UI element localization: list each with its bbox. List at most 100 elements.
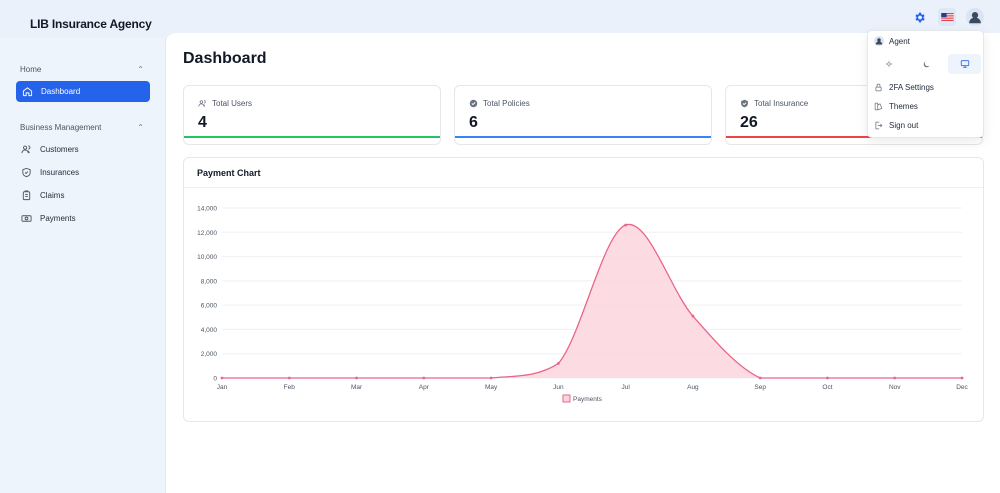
y-tick-label: 4,000 bbox=[201, 327, 218, 334]
x-tick-label: Sep bbox=[754, 384, 766, 391]
sidebar: Home ⌃ Dashboard Business Management ⌃ C… bbox=[0, 38, 166, 493]
system-mode-button[interactable] bbox=[948, 54, 981, 74]
y-tick-label: 14,000 bbox=[197, 206, 217, 213]
x-tick-label: Dec bbox=[956, 384, 968, 391]
x-tick-label: Jan bbox=[217, 384, 228, 391]
stat-label: Total Insurance bbox=[740, 99, 808, 108]
dark-mode-button[interactable] bbox=[910, 54, 943, 74]
light-mode-button[interactable] bbox=[872, 54, 905, 74]
data-point bbox=[758, 376, 762, 380]
sidebar-item-payments[interactable]: Payments bbox=[21, 213, 76, 224]
sidebar-item-customers[interactable]: Customers bbox=[21, 144, 79, 155]
legend-label: Payments bbox=[573, 396, 603, 403]
menu-item-2fa-settings[interactable]: 2FA Settings bbox=[874, 83, 934, 92]
brand-logo-text[interactable]: LIB Insurance Agency bbox=[30, 17, 152, 31]
clipboard-icon bbox=[22, 190, 31, 201]
palette-icon bbox=[874, 102, 883, 111]
stat-accent-bar bbox=[455, 136, 711, 138]
stat-value: 26 bbox=[740, 114, 758, 131]
lock-icon bbox=[875, 83, 882, 92]
data-point bbox=[489, 376, 493, 380]
users-icon bbox=[198, 100, 206, 107]
moon-icon bbox=[923, 61, 930, 67]
data-point bbox=[960, 376, 964, 380]
sidebar-item-label: Dashboard bbox=[41, 87, 81, 96]
menu-item-label: 2FA Settings bbox=[889, 83, 934, 92]
chevron-up-icon: ⌃ bbox=[137, 123, 144, 132]
stat-label-text: Total Users bbox=[212, 99, 253, 108]
us-flag-icon bbox=[940, 13, 954, 21]
stat-label-text: Total Insurance bbox=[754, 99, 809, 108]
sun-icon bbox=[885, 60, 892, 68]
sidebar-item-insurances[interactable]: Insurances bbox=[21, 167, 79, 178]
menu-item-label: Themes bbox=[889, 102, 918, 111]
sidebar-section-business[interactable]: Business Management ⌃ bbox=[20, 123, 144, 132]
payments-area bbox=[222, 224, 962, 378]
sidebar-item-label: Claims bbox=[40, 191, 65, 200]
menu-item-sign-out[interactable]: Sign out bbox=[874, 121, 918, 130]
stat-accent-bar bbox=[184, 136, 440, 138]
user-avatar-icon[interactable] bbox=[966, 8, 984, 26]
page-title: Dashboard bbox=[183, 50, 267, 67]
y-tick-label: 6,000 bbox=[201, 303, 218, 310]
gear-icon[interactable] bbox=[910, 8, 928, 26]
dropdown-user-label: Agent bbox=[889, 36, 910, 46]
x-tick-label: Oct bbox=[822, 384, 832, 391]
y-tick-label: 12,000 bbox=[197, 230, 217, 237]
data-point bbox=[422, 376, 426, 380]
y-tick-label: 10,000 bbox=[197, 254, 217, 261]
sidebar-item-dashboard[interactable]: Dashboard bbox=[16, 81, 150, 102]
sidebar-item-label: Payments bbox=[40, 214, 76, 223]
sidebar-section-home[interactable]: Home ⌃ bbox=[20, 65, 144, 74]
shield-check-icon bbox=[741, 99, 748, 108]
x-tick-label: Nov bbox=[889, 384, 901, 391]
x-tick-label: May bbox=[485, 384, 498, 391]
monitor-icon bbox=[960, 60, 969, 68]
menu-item-label: Sign out bbox=[889, 121, 919, 130]
x-tick-label: Jun bbox=[553, 384, 564, 391]
legend-swatch bbox=[562, 394, 571, 403]
y-tick-label: 8,000 bbox=[201, 278, 218, 285]
payment-chart-card: Payment Chart 0 2,000 4,000 6,000 8,000 10,00… bbox=[183, 157, 984, 422]
home-icon bbox=[22, 87, 33, 97]
stat-value: 6 bbox=[469, 114, 478, 131]
sidebar-section-label: Home bbox=[20, 65, 42, 74]
data-point bbox=[624, 223, 628, 227]
check-badge-icon bbox=[469, 99, 478, 108]
x-tick-label: Feb bbox=[284, 384, 296, 391]
stat-label-text: Total Policies bbox=[483, 99, 530, 108]
x-tick-label: Apr bbox=[419, 384, 430, 391]
stat-card-policies: Total Policies 6 bbox=[454, 85, 712, 145]
data-point bbox=[355, 376, 358, 380]
banknote-icon bbox=[21, 215, 32, 222]
language-button[interactable] bbox=[938, 8, 956, 26]
data-point bbox=[691, 314, 695, 318]
sidebar-item-claims[interactable]: Claims bbox=[21, 190, 64, 201]
data-point bbox=[826, 376, 829, 380]
stat-label: Total Users bbox=[198, 99, 252, 108]
profile-dropdown: Agent 2FA Settings Themes Sign out bbox=[867, 30, 984, 138]
sidebar-item-label: Customers bbox=[40, 145, 79, 154]
data-point bbox=[556, 362, 560, 365]
menu-item-themes[interactable]: Themes bbox=[874, 102, 918, 111]
top-icons bbox=[910, 8, 984, 26]
stat-label: Total Policies bbox=[469, 99, 530, 108]
dropdown-user: Agent bbox=[874, 36, 910, 46]
y-tick-label: 2,000 bbox=[201, 351, 218, 358]
chart-title: Payment Chart bbox=[197, 168, 261, 178]
x-tick-label: Mar bbox=[351, 384, 363, 391]
x-tick-label: Jul bbox=[621, 384, 630, 391]
sidebar-item-label: Insurances bbox=[40, 168, 80, 177]
users-icon bbox=[21, 145, 31, 154]
theme-mode-switch bbox=[872, 54, 981, 74]
stat-value: 4 bbox=[198, 114, 207, 131]
data-point bbox=[287, 376, 291, 380]
sidebar-section-label: Business Management bbox=[20, 123, 102, 132]
payment-chart: 0 2,000 4,000 6,000 8,000 10,000 12,000 14,000 J… bbox=[197, 206, 968, 404]
data-point bbox=[893, 376, 897, 380]
sign-out-icon bbox=[875, 121, 883, 130]
user-avatar-icon bbox=[874, 36, 884, 46]
stat-card-users: Total Users 4 bbox=[183, 85, 441, 145]
data-point bbox=[220, 376, 224, 380]
y-tick-label: 0 bbox=[213, 376, 217, 383]
